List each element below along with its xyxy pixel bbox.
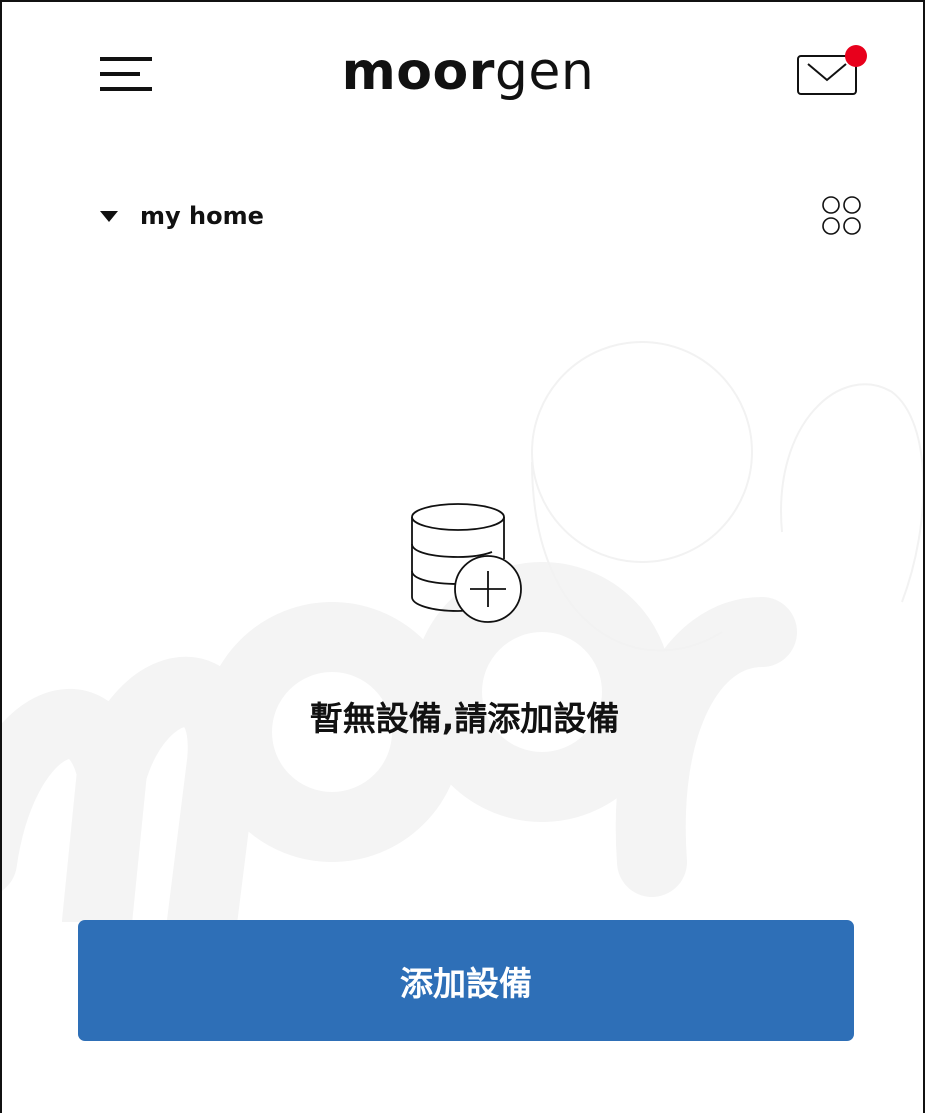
caret-down-icon [100,211,118,222]
home-name: my home [140,202,264,230]
hamburger-menu-icon [100,57,152,91]
empty-state-message: 暫無設備,請添加設備 [309,699,620,738]
app-screen: moor gen my home 暫無設備,請添加設備 添加設備 [0,0,925,1113]
menu-button[interactable] [100,57,154,93]
database-add-icon [411,503,522,623]
mail-icon [797,45,867,95]
logo-light-part: gen [494,42,595,102]
home-selector[interactable]: my home [98,192,264,240]
moorgen-logo: moor gen [333,32,603,112]
layout-switch-button[interactable] [820,194,870,240]
add-device-button[interactable]: 添加設備 [78,920,854,1041]
home-row: my home [98,192,878,242]
top-bar: moor gen [2,32,923,112]
grid-circles-icon [822,196,861,235]
messages-button[interactable] [794,44,868,98]
notification-dot [845,45,867,67]
logo-bold-part: moor [341,42,495,102]
